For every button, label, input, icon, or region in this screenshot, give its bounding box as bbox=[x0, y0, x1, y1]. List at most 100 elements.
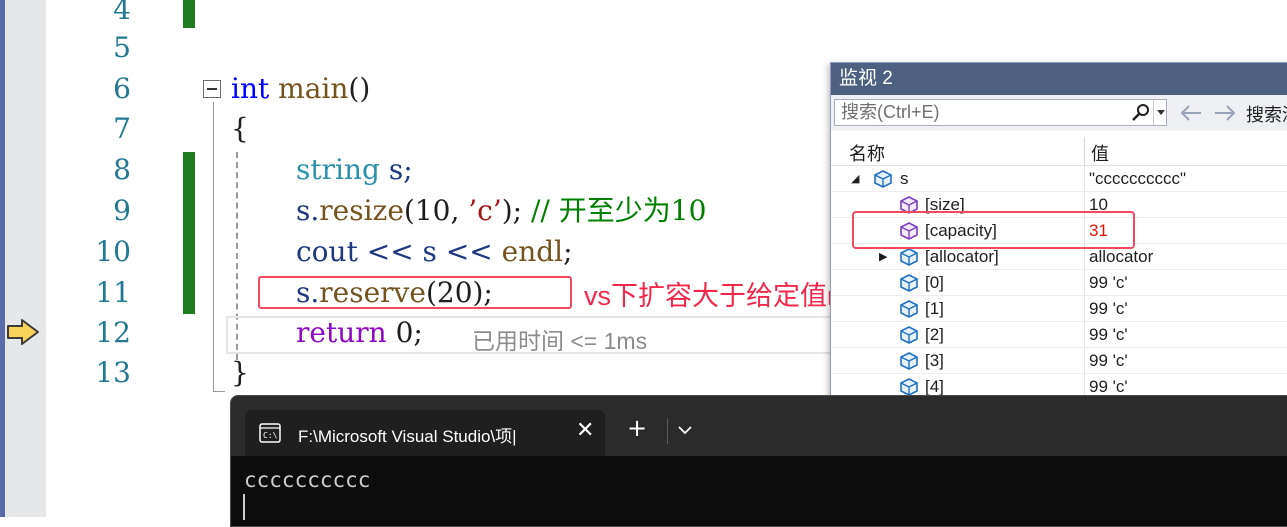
watch-value[interactable]: 99 'c' bbox=[1089, 299, 1128, 319]
line-number: 5 bbox=[113, 31, 131, 64]
code-line-12[interactable]: return 0; bbox=[296, 313, 423, 353]
chevron-down-icon[interactable] bbox=[1153, 100, 1168, 125]
terminal-tab[interactable]: C:\ F:\Microsoft Visual Studio\项| ✕ bbox=[245, 410, 605, 456]
punctuation: ); bbox=[501, 194, 523, 227]
watch-row[interactable]: ◢ s "cccccccccc" bbox=[831, 166, 1287, 192]
object-icon bbox=[900, 300, 918, 318]
watch-value[interactable]: 99 'c' bbox=[1089, 351, 1128, 371]
line-number: 6 bbox=[113, 72, 131, 105]
column-header-name[interactable]: 名称 bbox=[849, 140, 885, 166]
watch-value[interactable]: "cccccccccc" bbox=[1089, 169, 1186, 189]
function-name: resize bbox=[319, 194, 404, 227]
object-icon bbox=[900, 378, 918, 396]
row-separator bbox=[1084, 166, 1085, 192]
search-icon[interactable] bbox=[1131, 103, 1151, 123]
fold-guide bbox=[213, 102, 214, 392]
line-number: 13 bbox=[95, 356, 131, 389]
fold-guide-end bbox=[213, 391, 225, 392]
close-icon[interactable]: ✕ bbox=[576, 419, 600, 443]
indicator-margin[interactable] bbox=[0, 0, 46, 517]
search-input[interactable] bbox=[835, 100, 1131, 125]
watch-value[interactable]: 99 'c' bbox=[1089, 377, 1128, 397]
watch-title[interactable]: 监视 2 bbox=[831, 63, 1287, 95]
terminal-window[interactable]: C:\ F:\Microsoft Visual Studio\项| ✕ + cc… bbox=[230, 395, 1287, 527]
line-number: 7 bbox=[113, 112, 131, 145]
annotation-text: vs下扩容大于给定值n bbox=[584, 281, 843, 311]
line-number: 8 bbox=[113, 153, 131, 186]
arguments: (10, bbox=[403, 194, 469, 227]
search-box[interactable] bbox=[834, 99, 1167, 126]
watch-name: s bbox=[900, 169, 909, 188]
object-icon bbox=[900, 274, 918, 292]
code-line-9[interactable]: s.resize(10, ’c’); // 开至少为10 bbox=[296, 191, 706, 231]
chevron-down-icon[interactable] bbox=[677, 423, 693, 437]
collapse-toggle-icon[interactable] bbox=[203, 80, 221, 98]
keyword: return bbox=[296, 316, 387, 349]
brace: { bbox=[231, 112, 249, 145]
char-literal: ’c’ bbox=[468, 194, 502, 227]
comment: // 开至少为10 bbox=[522, 194, 707, 227]
watch-row[interactable]: [0] 99 'c' bbox=[831, 270, 1287, 296]
watch-row[interactable]: [3] 99 'c' bbox=[831, 348, 1287, 374]
column-header-value[interactable]: 值 bbox=[1091, 140, 1109, 166]
code-line-8[interactable]: string s; bbox=[296, 150, 413, 190]
watch-row[interactable]: [1] 99 'c' bbox=[831, 296, 1287, 322]
highlight-box bbox=[258, 276, 572, 309]
object-icon bbox=[900, 352, 918, 370]
column-separator[interactable] bbox=[1084, 137, 1085, 165]
row-separator bbox=[1084, 322, 1085, 348]
code-line-7[interactable]: { bbox=[231, 109, 249, 149]
line-number: 12 bbox=[95, 316, 131, 349]
new-tab-button[interactable]: + bbox=[627, 416, 651, 440]
operator: << s << bbox=[357, 235, 502, 268]
watch-name: [1] bbox=[925, 299, 944, 318]
change-indicator-bar bbox=[183, 152, 195, 314]
code-line-6[interactable]: int main() bbox=[231, 69, 370, 109]
terminal-output: cccccccccc bbox=[244, 468, 371, 492]
identifier: s. bbox=[296, 194, 320, 227]
watch-value[interactable]: 99 'c' bbox=[1089, 325, 1128, 345]
row-separator bbox=[1084, 296, 1085, 322]
terminal-icon: C:\ bbox=[259, 423, 281, 443]
code-line-13[interactable]: } bbox=[231, 353, 249, 393]
punctuation: () bbox=[348, 72, 371, 105]
watch-row[interactable]: [2] 99 'c' bbox=[831, 322, 1287, 348]
function-name: main bbox=[278, 72, 349, 105]
object-icon bbox=[900, 326, 918, 344]
watch-name: [0] bbox=[925, 273, 944, 292]
object-icon bbox=[874, 170, 892, 188]
watch-value[interactable]: allocator bbox=[1089, 247, 1153, 267]
punctuation: ; bbox=[563, 235, 573, 268]
code-line-10[interactable]: cout << s << endl; bbox=[296, 232, 573, 272]
line-number: 4 bbox=[113, 0, 131, 26]
punctuation: 0; bbox=[386, 316, 423, 349]
brace: } bbox=[231, 356, 249, 389]
back-arrow-icon[interactable] bbox=[1179, 102, 1203, 124]
svg-text:C:\: C:\ bbox=[263, 431, 278, 440]
current-line-arrow-icon bbox=[7, 319, 39, 345]
forward-arrow-icon[interactable] bbox=[1213, 102, 1237, 124]
collapsed-arrow-icon[interactable]: ▶ bbox=[879, 250, 889, 263]
function-name: endl bbox=[501, 235, 564, 268]
change-indicator-bar bbox=[183, 0, 195, 28]
row-separator bbox=[1084, 348, 1085, 374]
watch-header: 名称 值 bbox=[831, 137, 1287, 166]
elapsed-time-hint: 已用时间 <= 1ms bbox=[472, 328, 648, 354]
line-number: 10 bbox=[95, 235, 131, 268]
identifier: cout bbox=[296, 235, 358, 268]
watch-value[interactable]: 99 'c' bbox=[1089, 273, 1128, 293]
watch-name: [4] bbox=[925, 377, 944, 396]
capacity-highlight-box bbox=[852, 211, 1135, 249]
search-depth-label[interactable]: 搜索深 bbox=[1246, 101, 1287, 127]
divider bbox=[667, 418, 668, 444]
terminal-output-area[interactable]: cccccccccc bbox=[231, 456, 1287, 526]
watch-name: [2] bbox=[925, 325, 944, 344]
object-icon bbox=[900, 248, 918, 266]
type-name: string bbox=[296, 153, 380, 186]
text-cursor bbox=[243, 494, 245, 520]
keyword: int bbox=[231, 72, 270, 105]
watch-toolbar: 搜索深 bbox=[831, 95, 1287, 131]
watch-name: [allocator] bbox=[925, 247, 999, 266]
watch-name: [3] bbox=[925, 351, 944, 370]
expanded-arrow-icon[interactable]: ◢ bbox=[851, 172, 861, 185]
